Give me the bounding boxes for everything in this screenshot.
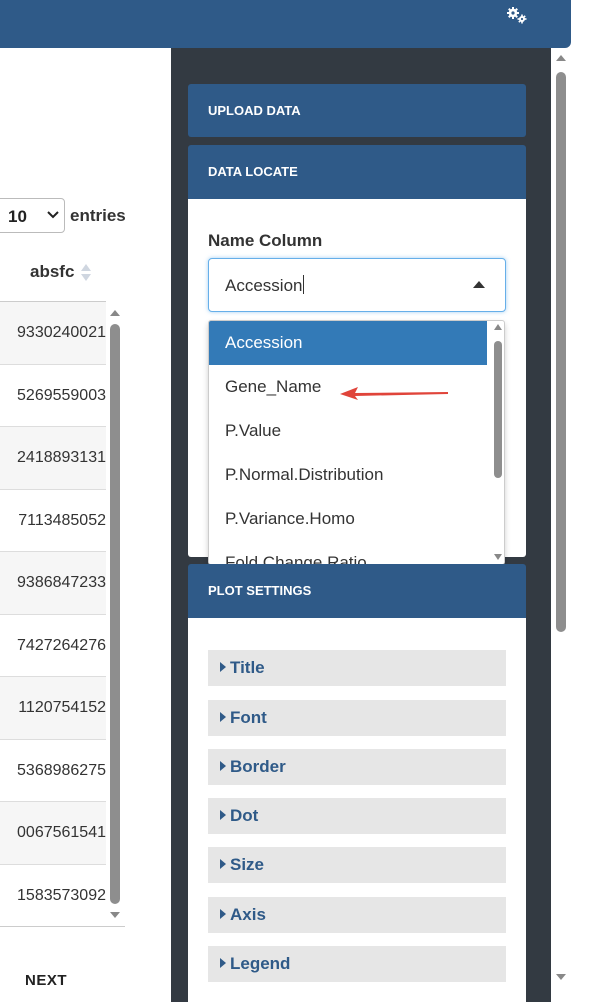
name-column-label: Name Column	[208, 231, 323, 250]
name-column-input[interactable]: Accession	[225, 275, 305, 296]
table-row: 5368986275	[0, 740, 106, 802]
option-label: P.Normal.Distribution	[225, 465, 384, 484]
caret-right-icon	[220, 761, 226, 771]
name-column-value: Accession	[225, 276, 303, 295]
table-cell: 1583573092	[17, 886, 106, 904]
table-cell: 5269559003	[17, 386, 106, 404]
option-label: P.Value	[225, 421, 282, 440]
option-p-value[interactable]: P.Value	[209, 409, 487, 453]
option-label: Gene_Name	[225, 377, 322, 396]
collapse-font[interactable]: Font	[208, 700, 506, 736]
caret-up-icon[interactable]	[473, 281, 485, 288]
collapse-border[interactable]: Border	[208, 749, 506, 785]
caret-right-icon	[220, 958, 226, 968]
sort-icon[interactable]	[80, 260, 92, 284]
scrollbar-thumb[interactable]	[494, 341, 502, 478]
entries-length-select[interactable]: 10	[0, 198, 65, 233]
collapse-dot[interactable]: Dot	[208, 798, 506, 834]
data-table-area: 10 entries absfc 9330240021 5269559003 2…	[0, 48, 171, 1002]
table-cell: 9330240021	[17, 324, 106, 341]
upload-data-title: UPLOAD DATA	[208, 103, 301, 118]
table-cell: 1120754152	[18, 699, 106, 716]
table-cell: 2418893131	[17, 449, 106, 466]
option-label: Accession	[225, 333, 303, 352]
upload-data-panel-header[interactable]: UPLOAD DATA	[188, 84, 526, 137]
table-cell: 5368986275	[17, 761, 106, 779]
plot-settings-title: PLOT SETTINGS	[208, 583, 312, 598]
top-navbar	[0, 0, 571, 48]
caret-right-icon	[220, 662, 226, 672]
scroll-down-arrow-icon[interactable]	[494, 554, 502, 560]
table-row: 9386847233	[0, 552, 106, 615]
collapse-title[interactable]: Title	[208, 650, 506, 686]
option-p-normal-distribution[interactable]: P.Normal.Distribution	[209, 453, 487, 497]
name-column-dropdown: Accession Gene_Name P.Value P.Normal.Dis…	[208, 320, 505, 565]
collapse-label: Dot	[230, 806, 259, 825]
entries-label: entries	[70, 206, 126, 225]
option-label: P.Variance.Homo	[225, 509, 355, 528]
option-accession[interactable]: Accession	[209, 321, 487, 365]
collapse-label: Border	[230, 757, 286, 776]
entries-length-value: 10	[8, 207, 27, 226]
annotation-arrow-icon	[340, 387, 448, 400]
caret-right-icon	[220, 810, 226, 820]
table-row: 0067561541	[0, 802, 106, 865]
scrollbar-thumb[interactable]	[556, 72, 566, 632]
column-header-absfc[interactable]: absfc	[30, 262, 74, 282]
collapse-label: Font	[230, 708, 267, 727]
caret-right-icon	[220, 859, 226, 869]
collapse-legend[interactable]: Legend	[208, 946, 506, 982]
data-locate-panel-header[interactable]: DATA LOCATE	[188, 145, 526, 199]
table-footer-divider	[0, 926, 125, 927]
table-cell: 0067561541	[17, 824, 106, 841]
scroll-up-arrow-icon[interactable]	[494, 324, 502, 330]
caret-right-icon	[220, 712, 226, 722]
collapse-size[interactable]: Size	[208, 847, 506, 883]
option-p-variance-homo[interactable]: P.Variance.Homo	[209, 497, 487, 541]
table-row: 9330240021	[0, 302, 106, 365]
caret-right-icon	[220, 909, 226, 919]
table-cell: 7113485052	[18, 511, 106, 529]
text-cursor	[303, 275, 305, 294]
dropdown-scrollbar[interactable]	[491, 321, 504, 564]
collapse-label: Title	[230, 658, 265, 677]
collapse-label: Legend	[230, 954, 291, 973]
table-scrollbar[interactable]	[108, 310, 123, 918]
table-cell: 9386847233	[17, 574, 106, 591]
scroll-down-arrow-icon[interactable]	[110, 912, 120, 918]
scroll-up-arrow-icon[interactable]	[556, 55, 566, 61]
chevron-down-icon	[47, 211, 59, 219]
scroll-up-arrow-icon[interactable]	[110, 310, 120, 316]
collapse-axis[interactable]: Axis	[208, 897, 506, 933]
table-row: 1120754152	[0, 677, 106, 740]
name-column-select[interactable]: Accession	[208, 258, 506, 312]
table-cell: 7427264276	[17, 636, 106, 654]
table-row: 2418893131	[0, 427, 106, 490]
gears-icon[interactable]	[506, 6, 528, 24]
collapse-label: Size	[230, 855, 265, 874]
table-row: 7113485052	[0, 490, 106, 552]
option-fold-change-ratio[interactable]: Fold.Change.Ratio	[209, 541, 487, 564]
table-row: 7427264276	[0, 615, 106, 677]
data-locate-title: DATA LOCATE	[208, 164, 298, 179]
collapse-label: Axis	[230, 905, 266, 924]
scroll-down-arrow-icon[interactable]	[556, 974, 566, 980]
page-scrollbar[interactable]	[553, 50, 569, 980]
table-body: 9330240021 5269559003 2418893131 7113485…	[0, 302, 106, 927]
plot-settings-panel-header[interactable]: PLOT SETTINGS	[188, 564, 526, 618]
next-page-button[interactable]: NEXT	[25, 972, 67, 989]
scrollbar-thumb[interactable]	[110, 324, 120, 904]
table-row: 5269559003	[0, 365, 106, 427]
table-row: 1583573092	[0, 865, 106, 927]
